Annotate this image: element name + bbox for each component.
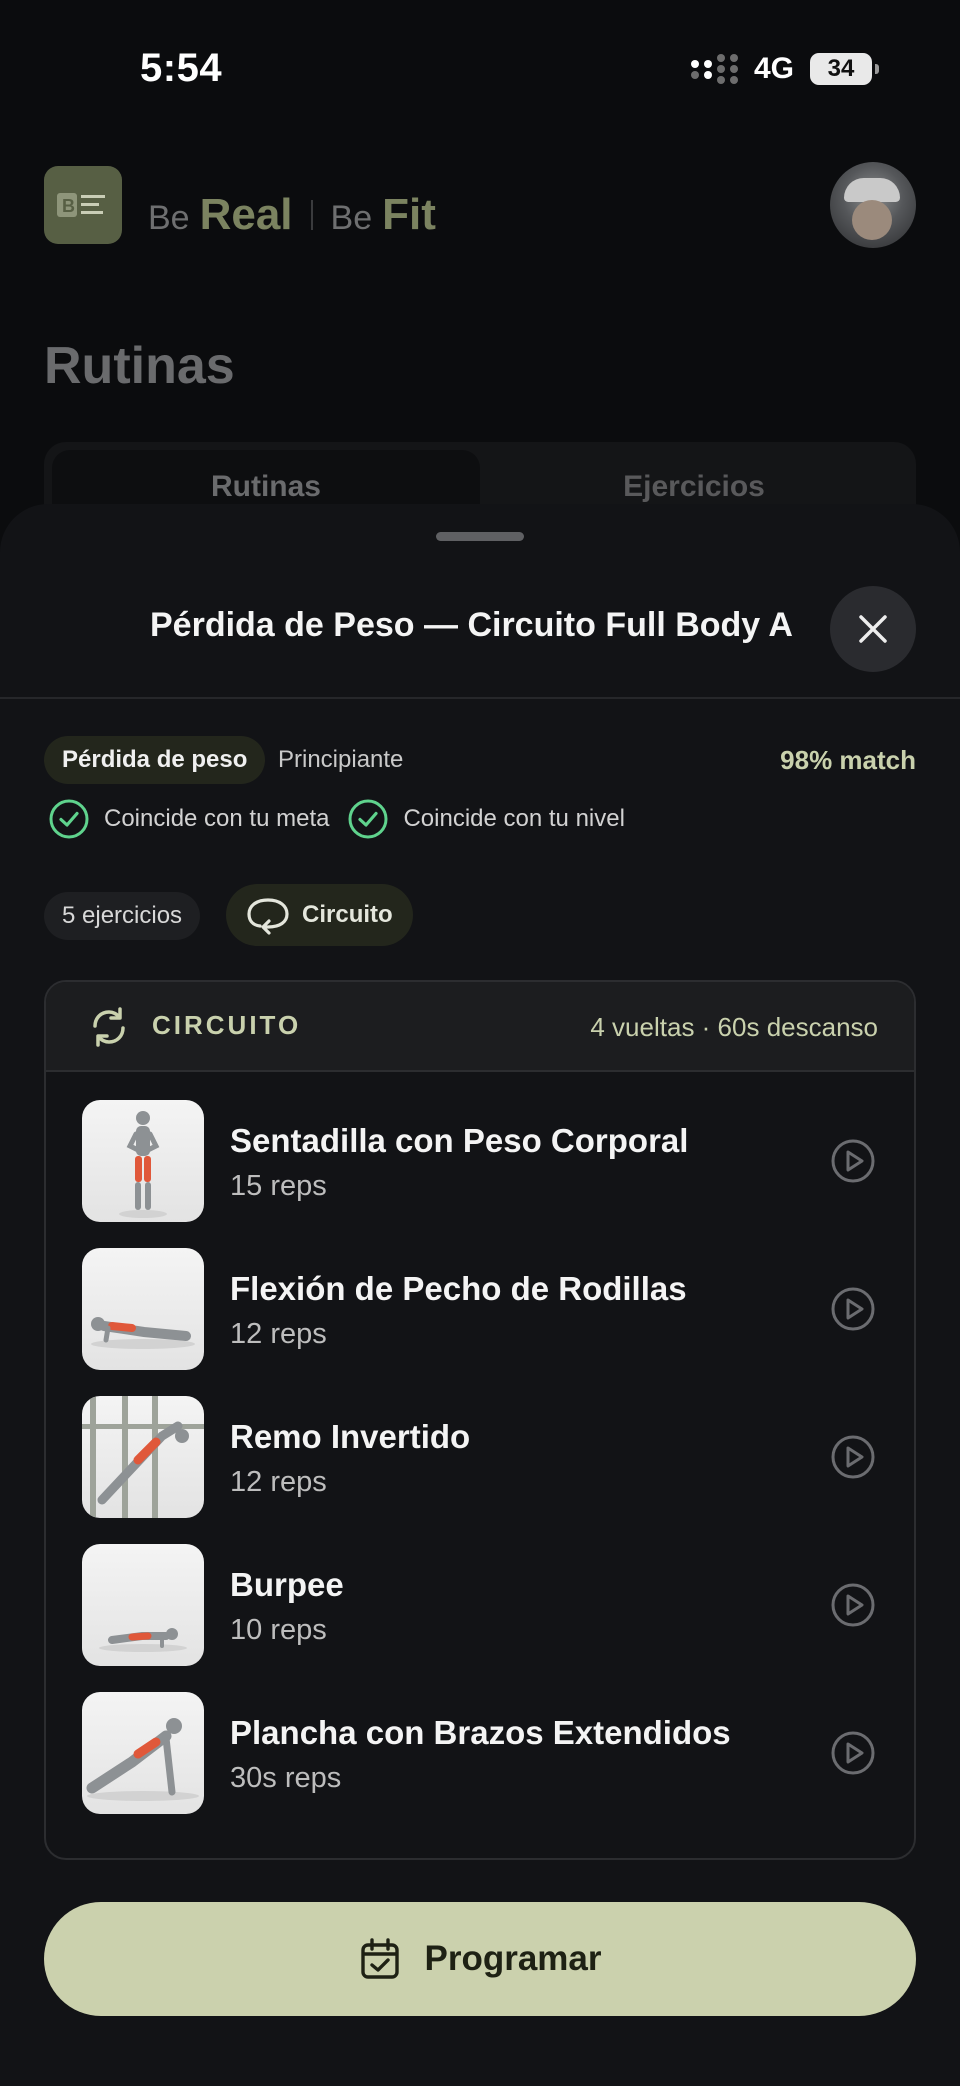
sheet-divider bbox=[0, 697, 960, 699]
exercise-thumbnail bbox=[82, 1692, 204, 1814]
circuit-meta: 4 vueltas · 60s descanso bbox=[590, 1012, 878, 1042]
background-page: B Be Real Be Fit Rutinas Rutinas Ejercic… bbox=[0, 0, 960, 532]
circuit-label: CIRCUITO bbox=[152, 1010, 302, 1040]
brand-logo-icon: B bbox=[57, 193, 105, 217]
exercise-name: Flexión de Pecho de Rodillas bbox=[230, 1270, 687, 1307]
match-reason-level: Coincide con tu nivel bbox=[347, 798, 625, 840]
squat-figure-icon bbox=[119, 1111, 167, 1218]
svg-text:B: B bbox=[62, 196, 75, 216]
circuit-format-pill: Circuito bbox=[226, 884, 413, 946]
exercise-row[interactable]: Flexión de Pecho de Rodillas 12 reps bbox=[46, 1248, 914, 1396]
exercise-reps: 12 reps bbox=[230, 1318, 327, 1350]
exercise-count-pill: 5 ejercicios bbox=[44, 892, 201, 940]
brand-be-2: Be bbox=[330, 199, 373, 237]
repeat-icon bbox=[93, 1007, 125, 1047]
exercise-row[interactable]: Burpee 10 reps bbox=[46, 1544, 914, 1692]
app-logo: B bbox=[44, 166, 122, 244]
exercise-thumbnail bbox=[82, 1544, 204, 1666]
exercise-row[interactable]: Plancha con Brazos Extendidos 30s reps bbox=[46, 1692, 914, 1840]
exercise-name: Burpee bbox=[230, 1566, 344, 1603]
loop-icon bbox=[247, 898, 289, 935]
circuit-header: CIRCUITO 4 vueltas · 60s descanso bbox=[46, 982, 914, 1072]
play-icon[interactable] bbox=[830, 1582, 876, 1628]
brand-be-1: Be bbox=[148, 199, 190, 237]
circuit-format-label: Circuito bbox=[302, 901, 393, 928]
routine-detail-sheet: Pérdida de Peso — Circuito Full Body A P… bbox=[0, 504, 960, 2086]
exercise-reps: 10 reps bbox=[230, 1614, 327, 1646]
check-circle-icon bbox=[49, 799, 89, 839]
exercise-name: Plancha con Brazos Extendidos bbox=[230, 1714, 731, 1751]
screen: 5:54 4G 34 B Be Real Be Fit Rutinas Ruti… bbox=[0, 0, 960, 2086]
sheet-title: Pérdida de Peso — Circuito Full Body A bbox=[150, 606, 793, 644]
sheet-grabber[interactable] bbox=[436, 532, 524, 541]
goal-tag: Pérdida de peso bbox=[44, 736, 266, 784]
level-tag: Principiante bbox=[278, 746, 404, 773]
exercise-name: Remo Invertido bbox=[230, 1418, 471, 1455]
play-icon[interactable] bbox=[830, 1286, 876, 1332]
match-reason-level-label: Coincide con tu nivel bbox=[403, 805, 625, 832]
brand-divider bbox=[310, 200, 313, 230]
plank-figure-icon bbox=[86, 1718, 199, 1801]
match-reason-goal-label: Coincide con tu meta bbox=[104, 805, 330, 832]
exercise-name: Sentadilla con Peso Corporal bbox=[230, 1122, 689, 1159]
exercise-thumbnail bbox=[82, 1100, 204, 1222]
exercise-reps: 15 reps bbox=[230, 1170, 327, 1202]
match-score: 98% match bbox=[780, 744, 916, 775]
calendar-check-icon bbox=[361, 1938, 400, 1979]
play-icon[interactable] bbox=[830, 1730, 876, 1776]
exercise-thumbnail bbox=[82, 1396, 204, 1518]
exercise-row[interactable]: Remo Invertido 12 reps bbox=[46, 1396, 914, 1544]
check-circle-icon bbox=[348, 799, 388, 839]
close-icon bbox=[859, 615, 887, 643]
exercise-row[interactable]: Sentadilla con Peso Corporal 15 reps bbox=[46, 1100, 914, 1248]
exercise-list: Sentadilla con Peso Corporal 15 reps Fle… bbox=[46, 1100, 914, 1840]
match-reason-goal: Coincide con tu meta bbox=[48, 798, 329, 840]
exercise-thumbnail bbox=[82, 1248, 204, 1370]
brand-real: Real bbox=[199, 190, 293, 239]
circuit-card: CIRCUITO 4 vueltas · 60s descanso Sentad… bbox=[44, 980, 916, 1860]
match-reasons: Coincide con tu meta Coincide con tu niv… bbox=[48, 798, 625, 840]
pushup-figure-icon bbox=[91, 1317, 195, 1349]
exercise-reps: 30s reps bbox=[230, 1762, 342, 1794]
row-figure-icon bbox=[82, 1396, 204, 1518]
brand-fit: Fit bbox=[382, 190, 436, 239]
brand-wordmark: Be Real Be Fit bbox=[148, 190, 436, 240]
page-title: Rutinas bbox=[44, 337, 235, 395]
exercise-reps: 12 reps bbox=[230, 1466, 327, 1498]
burpee-figure-icon bbox=[99, 1628, 187, 1652]
close-button[interactable] bbox=[830, 586, 916, 672]
play-icon[interactable] bbox=[830, 1138, 876, 1184]
schedule-button[interactable]: Programar bbox=[44, 1902, 916, 2016]
schedule-button-label: Programar bbox=[424, 1939, 602, 1978]
avatar[interactable] bbox=[830, 162, 916, 248]
play-icon[interactable] bbox=[830, 1434, 876, 1480]
